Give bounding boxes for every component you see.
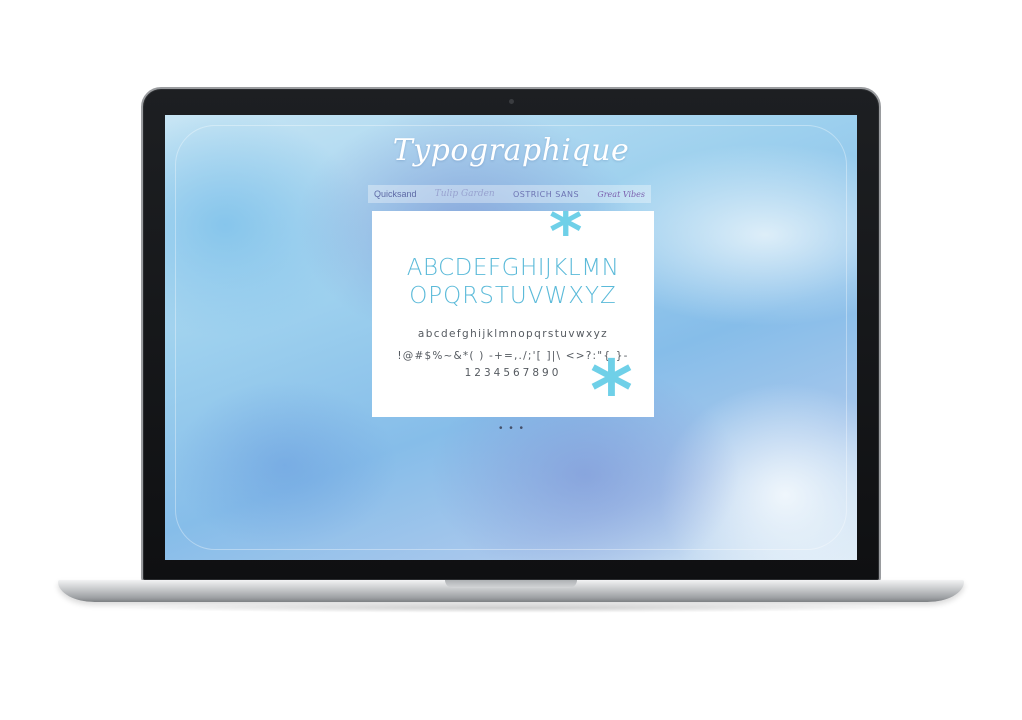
asterisk-icon: * [590, 344, 633, 418]
laptop-lid: Typographique Quicksand Tulip Garden OST… [141, 87, 881, 582]
uppercase-line-1: ABCDEFGHIJKLMN [406, 255, 620, 281]
font-nav: Quicksand Tulip Garden OSTRICH SANS Grea… [368, 185, 651, 203]
uppercase-line-2: OPQRSTUVWXYZ [409, 283, 617, 309]
site-title: Typographique [392, 133, 630, 168]
font-tab-quicksand[interactable]: Quicksand [374, 189, 417, 199]
camera-icon [509, 99, 514, 104]
laptop-base [58, 580, 964, 602]
laptop-mockup: Typographique Quicksand Tulip Garden OST… [0, 0, 1022, 720]
lid-notch [445, 580, 577, 588]
asterisk-icon: * [375, 358, 386, 388]
font-tab-great-vibes[interactable]: Great Vibes [597, 190, 645, 199]
lowercase-line: abcdefghijklmnopqrstuvwxyz [417, 328, 609, 340]
specimen-panel: * ABCDEFGHIJKLMN OPQRSTUVWXYZ abcdefghij… [372, 211, 654, 417]
pagination-dots[interactable]: • • • [499, 423, 525, 434]
screen: Typographique Quicksand Tulip Garden OST… [165, 115, 857, 560]
font-tab-ostrich-sans[interactable]: OSTRICH SANS [513, 190, 579, 199]
font-tab-tulip-garden[interactable]: Tulip Garden [435, 189, 495, 199]
laptop-shadow [110, 603, 910, 613]
